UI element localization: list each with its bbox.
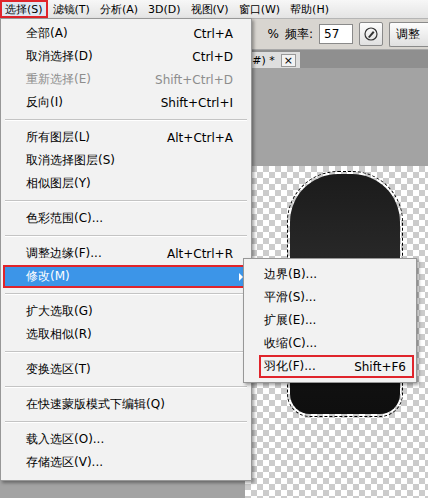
menu-item[interactable]: 载入选区(O)... (3, 428, 249, 451)
menu-item[interactable]: 选取相似(R) (3, 323, 249, 346)
menu-separator (5, 200, 247, 202)
submenu-item[interactable]: 扩展(E)... (246, 309, 414, 332)
submenu-item[interactable]: 边界(B)... (246, 263, 414, 286)
submenu-item[interactable]: 平滑(S)... (246, 286, 414, 309)
menu-item[interactable]: 取消选择(D)Ctrl+D (3, 45, 249, 68)
menu-bar-item[interactable]: 滤镜(T) (48, 0, 95, 18)
menu-separator (5, 386, 247, 388)
menu-item[interactable]: 反向(I)Shift+Ctrl+I (3, 91, 249, 114)
menu-separator (5, 293, 247, 295)
menu-item[interactable]: 取消选择图层(S) (3, 149, 249, 172)
submenu-item[interactable]: 收缩(C)... (246, 332, 414, 355)
menu-separator (5, 351, 247, 353)
menu-item[interactable]: 全部(A)Ctrl+A (3, 22, 249, 45)
menu-item[interactable]: 修改(M) (3, 265, 249, 288)
menu-separator (5, 421, 247, 423)
frequency-label: 频率: (285, 26, 313, 43)
pen-pressure-button[interactable] (359, 22, 383, 46)
menu-item[interactable]: 重新选择(E)Shift+Ctrl+D (3, 68, 249, 91)
menu-bar-item[interactable]: 帮助(H) (285, 0, 334, 18)
menu-separator (5, 235, 247, 237)
adjust-button[interactable]: 调整 (389, 22, 428, 47)
unit-label: % (268, 27, 279, 41)
submenu-item[interactable]: 羽化(F)...Shift+F6 (259, 355, 414, 378)
menu-item[interactable]: 变换选区(T) (3, 358, 249, 381)
menu-bar-item[interactable]: 分析(A) (95, 0, 143, 18)
menu-bar-item[interactable]: 视图(V) (186, 0, 234, 18)
menu-item[interactable]: 所有图层(L)Alt+Ctrl+A (3, 126, 249, 149)
photoshop-window: 选择(S)滤镜(T)分析(A)3D(D)视图(V)窗口(W)帮助(H)% 频率: 5… (0, 0, 428, 498)
select-menu: 全部(A)Ctrl+A取消选择(D)Ctrl+D重新选择(E)Shift+Ctr… (0, 18, 252, 481)
menu-bar-item[interactable]: 窗口(W) (234, 0, 285, 18)
menu-item[interactable]: 存储选区(V)... (3, 451, 249, 474)
menu-bar: 选择(S)滤镜(T)分析(A)3D(D)视图(V)窗口(W)帮助(H) (0, 0, 428, 19)
close-tab-button[interactable]: × (281, 54, 296, 67)
menu-item[interactable]: 扩大选取(G) (3, 300, 249, 323)
modify-submenu: 边界(B)...平滑(S)...扩展(E)...收缩(C)...羽化(F)...… (243, 258, 417, 383)
menu-separator (5, 119, 247, 121)
frequency-field[interactable]: 57 (319, 24, 353, 44)
menu-item[interactable]: 在快速蒙版模式下编辑(Q) (3, 393, 249, 416)
menu-bar-item[interactable]: 3D(D) (143, 0, 186, 18)
menu-item[interactable]: 调整边缘(F)...Alt+Ctrl+R (3, 242, 249, 265)
menu-item[interactable]: 色彩范围(C)... (3, 207, 249, 230)
menu-item[interactable]: 相似图层(Y) (3, 172, 249, 195)
menu-bar-item[interactable]: 选择(S) (0, 0, 48, 18)
pen-pressure-icon (364, 27, 378, 41)
